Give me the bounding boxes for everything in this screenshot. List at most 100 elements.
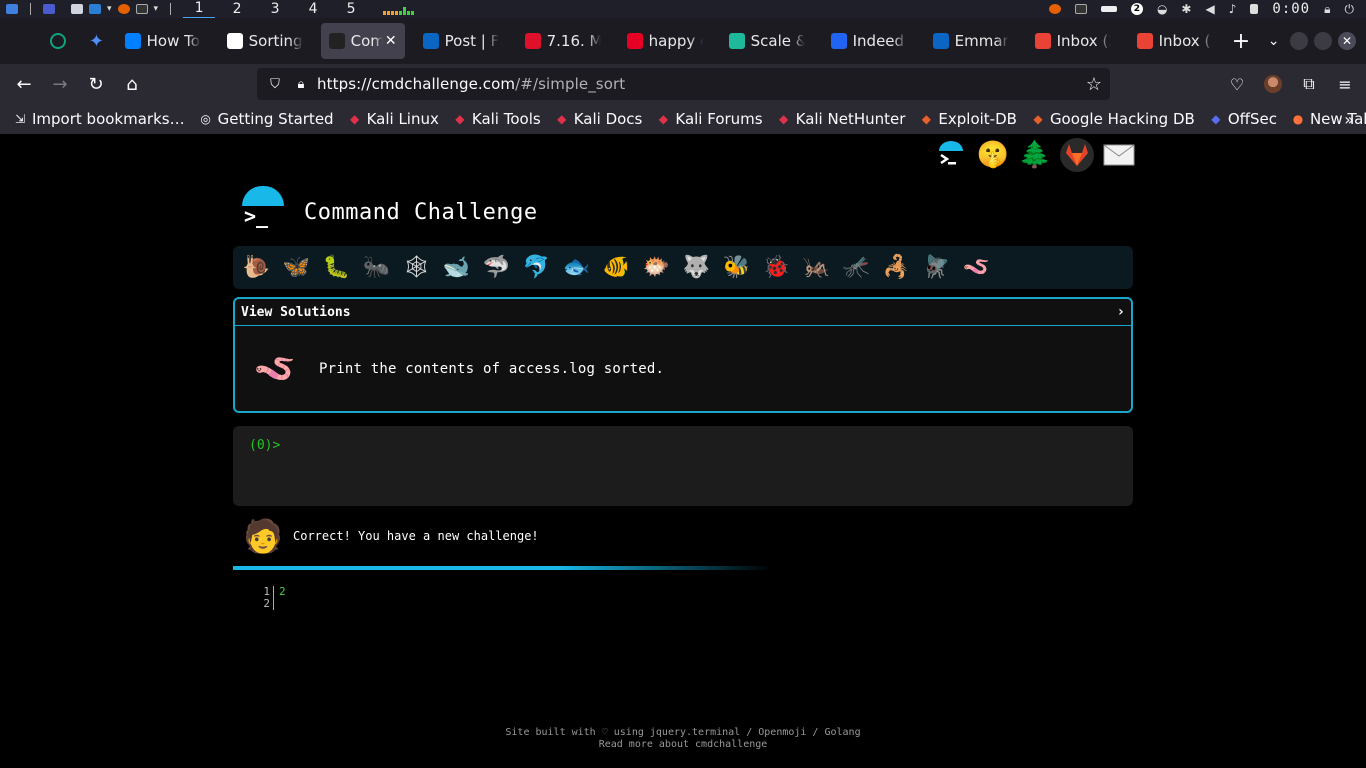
browser-tab[interactable]: Sorting <box>219 23 311 59</box>
cmdchallenge-link[interactable] <box>934 138 968 172</box>
browser-tab[interactable]: Emman <box>925 23 1017 59</box>
dolphin-icon[interactable]: 🐬 <box>521 252 552 283</box>
whale-icon[interactable]: 🐋 <box>441 252 472 283</box>
bookmark-item[interactable]: ◆ Kali NetHunter <box>776 110 905 128</box>
network-icon[interactable]: ◒ <box>1157 2 1167 16</box>
back-button[interactable]: ← <box>6 68 42 100</box>
terminal-launcher-icon[interactable] <box>135 4 148 14</box>
address-bar[interactable]: ⛉ 🔒︎ https://cmdchallenge.com/#/simple_s… <box>257 68 1110 100</box>
mosquito-icon[interactable]: 🦟 <box>841 252 872 283</box>
files-icon[interactable] <box>71 4 83 14</box>
minimize-button[interactable] <box>1290 32 1308 50</box>
account-avatar[interactable] <box>1262 73 1284 95</box>
lock-icon[interactable]: 🔒︎ <box>291 74 311 94</box>
browser-tab[interactable]: Inbox (2 <box>1027 23 1119 59</box>
kali-menu-icon[interactable] <box>6 4 18 14</box>
spider-web-icon[interactable]: 🕸 <box>401 252 432 283</box>
list-all-tabs-button[interactable]: ⌄ <box>1257 23 1290 59</box>
workspace-1[interactable]: 1 <box>183 0 216 19</box>
battery-tray-icon[interactable] <box>1100 6 1117 12</box>
bookmark-item[interactable]: ◆ OffSec <box>1208 110 1277 128</box>
chevron-down-icon[interactable]: ▾ <box>107 4 112 14</box>
workspace-3[interactable]: 3 <box>259 0 291 18</box>
bee-icon[interactable]: 🐝 <box>721 252 752 283</box>
power-icon[interactable]: ⏻ <box>1345 2 1355 17</box>
power-battery-icon[interactable] <box>1250 4 1259 14</box>
pinned-tab-gemini[interactable]: ✦ <box>78 23 114 59</box>
hamburger-menu-icon[interactable]: ≡ <box>1334 73 1356 95</box>
vscode-icon[interactable] <box>89 4 101 14</box>
browser-tab[interactable]: Indeed / <box>823 23 915 59</box>
view-solutions-toggle[interactable]: View Solutions › <box>235 299 1131 326</box>
firefox-tray-icon[interactable] <box>1048 4 1061 14</box>
window-close-button[interactable]: ✕ <box>1338 32 1356 50</box>
shield-icon[interactable]: ⛉ <box>265 74 285 94</box>
new-tab-button[interactable]: + <box>1225 23 1258 59</box>
home-button[interactable]: ⌂ <box>114 68 150 100</box>
extensions-icon[interactable]: ⧉ <box>1298 73 1320 95</box>
line-number: 2 <box>262 598 274 610</box>
bookmark-item[interactable]: ◎ Getting Started <box>198 110 333 128</box>
browser-tab[interactable]: 7.16. Ma <box>517 23 609 59</box>
caterpillar-icon[interactable]: 🐛 <box>321 252 352 283</box>
terminal-tray-icon[interactable] <box>1074 4 1087 14</box>
desktop-icon[interactable] <box>43 4 55 14</box>
bookmark-label: Import bookmarks… <box>32 110 185 128</box>
ladybug-icon[interactable]: 🐞 <box>761 252 792 283</box>
gitlab-icon[interactable] <box>1060 138 1094 172</box>
workspace-5[interactable]: 5 <box>335 0 367 18</box>
browser-tab[interactable]: Inbox (1 <box>1129 23 1221 59</box>
scorpion-icon[interactable]: 🦂 <box>881 252 912 283</box>
bookmark-item[interactable]: ◆ Google Hacking DB <box>1030 110 1195 128</box>
fly-icon[interactable]: 🪰 <box>921 252 952 283</box>
browser-tab[interactable]: happy e <box>619 23 711 59</box>
chevron-double-right-icon[interactable]: » <box>1344 110 1354 129</box>
browser-tab[interactable]: How To <box>117 23 209 59</box>
bookmark-item[interactable]: ● New Tab <box>1290 110 1366 128</box>
ant-icon[interactable]: 🐜 <box>361 252 392 283</box>
bookmark-item[interactable]: ◆ Kali Linux <box>347 110 439 128</box>
pocket-icon[interactable]: ♡ <box>1226 73 1248 95</box>
worm-icon[interactable]: 🪱 <box>961 252 992 283</box>
footer-read-more-link[interactable]: Read more about cmdchallenge <box>0 739 1366 751</box>
cricket-icon[interactable]: 🦗 <box>801 252 832 283</box>
bookmark-item[interactable]: ◆ Exploit-DB <box>918 110 1017 128</box>
snail-icon[interactable]: 🐌 <box>241 252 272 283</box>
butterfly-icon[interactable]: 🦋 <box>281 252 312 283</box>
fish-icon[interactable]: 🐟 <box>561 252 592 283</box>
browser-tab[interactable]: Scale & <box>721 23 813 59</box>
browser-tab[interactable]: Post | Fe <box>415 23 507 59</box>
reload-button[interactable]: ↻ <box>78 68 114 100</box>
notification-count-badge[interactable]: 2 <box>1130 3 1143 15</box>
bluetooth-icon[interactable]: ✱ <box>1181 2 1191 16</box>
envelope-icon[interactable] <box>1102 138 1136 172</box>
chevron-down-icon[interactable]: ▾ <box>154 4 159 14</box>
tropical-fish-icon[interactable]: 🐠 <box>601 252 632 283</box>
shark-icon[interactable]: 🦈 <box>481 252 512 283</box>
terminal-input[interactable]: (0)> <box>233 426 1133 506</box>
workspace-2[interactable]: 2 <box>221 0 253 18</box>
bookmark-star-icon[interactable]: ☆ <box>1086 74 1102 95</box>
blowfish-icon[interactable]: 🐡 <box>641 252 672 283</box>
firefox-launcher-icon[interactable] <box>117 4 130 14</box>
lock-icon[interactable]: 🔒︎ <box>1324 2 1330 17</box>
url-text[interactable]: https://cmdchallenge.com/#/simple_sort <box>317 75 625 93</box>
shushing-face-icon[interactable]: 🤫 <box>976 138 1010 172</box>
pinned-tab-chatgpt[interactable] <box>40 23 76 59</box>
bookmark-item[interactable]: ⇲ Import bookmarks… <box>12 110 185 128</box>
volume-icon[interactable]: ◀ <box>1205 2 1214 16</box>
clock[interactable]: 0:00 <box>1272 1 1310 17</box>
maximize-button[interactable] <box>1314 32 1332 50</box>
footer-credits[interactable]: Site built with ♡ using jquery.terminal … <box>0 727 1366 739</box>
bookmark-item[interactable]: ◆ Kali Forums <box>655 110 763 128</box>
tree-icon[interactable]: 🌲 <box>1018 138 1052 172</box>
wolf-icon[interactable]: 🐺 <box>681 252 712 283</box>
bell-icon[interactable]: ♪ <box>1229 2 1237 16</box>
bookmark-item[interactable]: ◆ Kali Docs <box>554 110 642 128</box>
close-tab-icon[interactable]: ✕ <box>385 33 397 49</box>
forward-button[interactable]: → <box>42 68 78 100</box>
site-logo[interactable]: >_ <box>240 184 286 232</box>
workspace-4[interactable]: 4 <box>297 0 329 18</box>
bookmark-item[interactable]: ◆ Kali Tools <box>452 110 540 128</box>
browser-tab[interactable]: Comr✕ <box>320 23 405 59</box>
